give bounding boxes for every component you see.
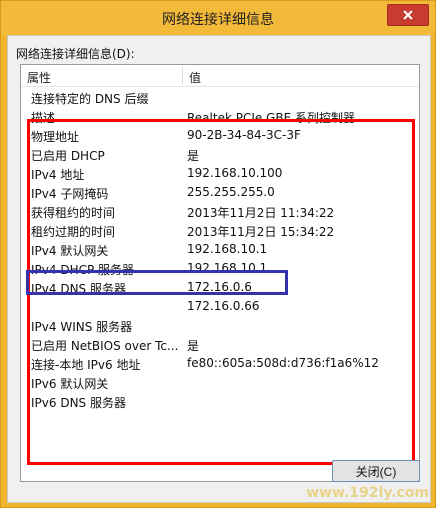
close-window-button[interactable] [387, 4, 429, 26]
close-icon [403, 10, 413, 20]
list-header: 属性 值 [21, 65, 419, 87]
property-text: 连接特定的 DNS 后缀 [31, 92, 149, 106]
highlight-blue-box [26, 270, 288, 295]
details-label: 网络连接详细信息(D): [16, 47, 135, 61]
column-header-property[interactable]: 属性 [27, 69, 51, 86]
close-button[interactable]: 关闭(C) [332, 460, 420, 482]
window-title: 网络连接详细信息 [162, 12, 274, 28]
dialog-client: 网络连接详细信息(D): 属性 值 连接特定的 DNS 后缀 描述 Realtek… [7, 35, 431, 503]
details-list[interactable]: 属性 值 连接特定的 DNS 后缀 描述 Realtek PCIe GBE 系列控… [20, 64, 420, 482]
column-divider[interactable] [182, 67, 183, 84]
watermark-text: www.192ly.com [306, 485, 429, 501]
column-header-value[interactable]: 值 [189, 69, 201, 86]
title-bar[interactable]: 网络连接详细信息 [1, 1, 435, 35]
dialog-window: 网络连接详细信息 网络连接详细信息(D): 属性 值 连接特定的 DNS 后缀 … [0, 0, 436, 508]
list-item[interactable]: 连接特定的 DNS 后缀 [21, 88, 419, 107]
